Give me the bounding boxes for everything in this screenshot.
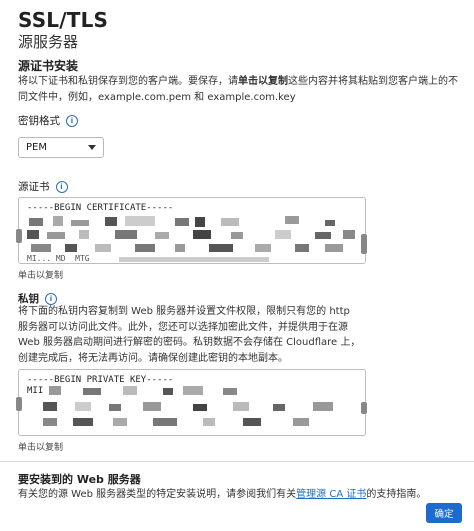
key-format-select[interactable]: PEM bbox=[18, 137, 104, 158]
install-desc-part1: 将以下证书和私钥保存到您的客户端。要保存，请 bbox=[18, 76, 238, 87]
private-key-description: 将下面的私钥内容复制到 Web 服务器并设置文件权限，限制只有您的 http 服… bbox=[18, 306, 361, 364]
private-key-textarea[interactable]: -----BEGIN PRIVATE KEY----- MII bbox=[18, 369, 366, 436]
key-format-value: PEM bbox=[26, 142, 47, 153]
page-title: SSL/TLS bbox=[18, 8, 109, 32]
certificate-redacted-tail bbox=[119, 257, 269, 262]
server-heading: 要安装到的 Web 服务器 bbox=[18, 473, 141, 486]
private-key-line2: MII bbox=[27, 386, 44, 396]
section-divider bbox=[0, 461, 474, 462]
certificate-scrollbar-right[interactable] bbox=[361, 234, 367, 254]
page-subtitle: 源服务器 bbox=[18, 33, 79, 51]
info-icon[interactable]: i bbox=[66, 114, 78, 127]
server-description: 有关您的源 Web 服务器类型的特定安装说明，请参阅我们有关管理源 CA 证书的… bbox=[18, 487, 448, 503]
private-key-redacted-content bbox=[43, 386, 333, 426]
private-key-scrollbar-right[interactable] bbox=[361, 402, 367, 414]
server-desc-part2: 的支持指南。 bbox=[366, 489, 427, 500]
install-heading: 源证书安装 bbox=[18, 59, 79, 73]
certificate-copy-hint[interactable]: 单击以复制 bbox=[18, 268, 63, 281]
confirm-button[interactable]: 确定 bbox=[426, 503, 462, 523]
key-format-label-row: 密钥格式 i bbox=[18, 113, 78, 128]
certificate-label: 源证书 bbox=[18, 181, 50, 193]
private-key-copy-hint[interactable]: 单击以复制 bbox=[18, 440, 63, 453]
info-icon[interactable]: i bbox=[55, 180, 68, 193]
private-key-scrollbar[interactable] bbox=[16, 397, 22, 411]
key-format-label: 密钥格式 bbox=[18, 115, 60, 127]
server-desc-part1: 有关您的源 Web 服务器类型的特定安装说明，请参阅我们有关 bbox=[18, 489, 297, 500]
manage-ca-link[interactable]: 管理源 CA 证书 bbox=[296, 489, 366, 500]
certificate-last-line: MI... MD MTG bbox=[27, 254, 90, 263]
certificate-label-row: 源证书 i bbox=[18, 179, 68, 194]
install-description: 将以下证书和私钥保存到您的客户端。要保存，请单击以复制这些内容并将其粘贴到您客户… bbox=[18, 74, 463, 105]
info-icon[interactable]: i bbox=[45, 292, 57, 305]
certificate-textarea[interactable]: -----BEGIN CERTIFICATE----- MI... MD MTG bbox=[18, 197, 366, 264]
certificate-begin-line: -----BEGIN CERTIFICATE----- bbox=[27, 203, 174, 213]
certificate-scrollbar[interactable] bbox=[16, 229, 22, 243]
install-desc-bold: 单击以复制 bbox=[238, 76, 288, 87]
chevron-down-icon bbox=[88, 145, 96, 150]
